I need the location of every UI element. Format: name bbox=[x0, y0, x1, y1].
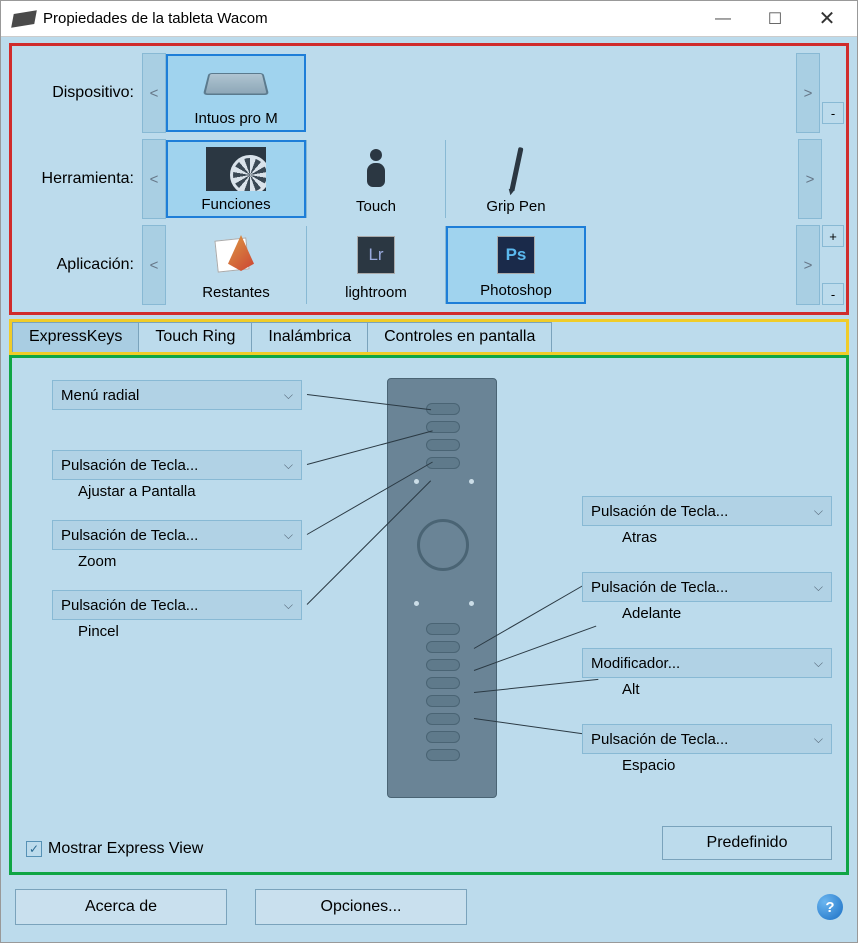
close-button[interactable]: ✕ bbox=[801, 2, 853, 36]
chevron-down-icon: ⌵ bbox=[814, 580, 823, 595]
app-item-photoshop[interactable]: Ps Photoshop bbox=[446, 226, 586, 304]
app-item-label: lightroom bbox=[345, 284, 407, 304]
help-icon[interactable]: ? bbox=[817, 894, 843, 920]
combo-text: Pulsación de Tecla... bbox=[61, 527, 198, 544]
combo-text: Modificador... bbox=[591, 655, 680, 672]
chevron-down-icon: ⌵ bbox=[284, 458, 293, 473]
functions-icon bbox=[206, 142, 266, 196]
right-key-2-sublabel: Adelante bbox=[622, 605, 681, 622]
device-items: Intuos pro M bbox=[166, 50, 796, 136]
tool-item-label: Funciones bbox=[201, 196, 270, 216]
checkbox-icon: ✓ bbox=[26, 841, 42, 857]
app-item-restantes[interactable]: Restantes bbox=[166, 226, 306, 304]
chevron-down-icon: ⌵ bbox=[284, 528, 293, 543]
options-button[interactable]: Opciones... bbox=[255, 889, 467, 925]
chevron-down-icon: ⌵ bbox=[814, 732, 823, 747]
app-next-button[interactable]: > bbox=[796, 225, 820, 305]
combo-text: Menú radial bbox=[61, 387, 139, 404]
right-key-4-combo[interactable]: Pulsación de Tecla... ⌵ bbox=[582, 724, 832, 754]
tool-prev-button[interactable]: < bbox=[142, 139, 166, 219]
photoshop-icon: Ps bbox=[497, 228, 535, 282]
touch-ring-graphic bbox=[417, 519, 469, 571]
minimize-button[interactable]: — bbox=[697, 2, 749, 36]
app-item-label: Restantes bbox=[202, 284, 270, 304]
app-prev-button[interactable]: < bbox=[142, 225, 166, 305]
device-extra: - bbox=[820, 62, 846, 124]
default-button[interactable]: Predefinido bbox=[662, 826, 832, 860]
tablet-icon bbox=[206, 56, 266, 110]
tool-item-label: Grip Pen bbox=[486, 198, 545, 218]
tool-label: Herramienta: bbox=[12, 170, 142, 188]
tool-item-touch[interactable]: Touch bbox=[306, 140, 446, 218]
right-key-1-sublabel: Atras bbox=[622, 529, 657, 546]
app-item-label: Photoshop bbox=[480, 282, 552, 302]
app-icon bbox=[11, 10, 37, 28]
app-item-lightroom[interactable]: Lr lightroom bbox=[306, 226, 446, 304]
right-key-4-sublabel: Espacio bbox=[622, 757, 675, 774]
tool-row: Herramienta: < Funciones Touch Grip Pen … bbox=[12, 136, 846, 222]
right-key-1-combo[interactable]: Pulsación de Tecla... ⌵ bbox=[582, 496, 832, 526]
app-add-button[interactable]: + bbox=[822, 225, 844, 247]
device-item-intuos[interactable]: Intuos pro M bbox=[166, 54, 306, 132]
right-key-3-sublabel: Alt bbox=[622, 681, 640, 698]
selector-panel: Dispositivo: < Intuos pro M > - Herramie… bbox=[9, 43, 849, 315]
left-key-2-combo[interactable]: Pulsación de Tecla... ⌵ bbox=[52, 450, 302, 480]
wacom-properties-window: Propiedades de la tableta Wacom — ☐ ✕ Di… bbox=[0, 0, 858, 943]
checkbox-label: Mostrar Express View bbox=[48, 840, 203, 858]
app-remove-button[interactable]: - bbox=[822, 283, 844, 305]
app-items: Restantes Lr lightroom Ps Photoshop bbox=[166, 222, 796, 308]
tab-touch-ring[interactable]: Touch Ring bbox=[138, 322, 252, 352]
chevron-down-icon: ⌵ bbox=[814, 504, 823, 519]
other-apps-icon bbox=[216, 226, 256, 284]
left-key-4-combo[interactable]: Pulsación de Tecla... ⌵ bbox=[52, 590, 302, 620]
device-row: Dispositivo: < Intuos pro M > - bbox=[12, 50, 846, 136]
chevron-down-icon: ⌵ bbox=[284, 388, 293, 403]
window-controls: — ☐ ✕ bbox=[697, 2, 853, 36]
tab-expresskeys[interactable]: ExpressKeys bbox=[12, 322, 139, 352]
app-row: Aplicación: < Restantes Lr lightroom Ps … bbox=[12, 222, 846, 308]
right-key-3-combo[interactable]: Modificador... ⌵ bbox=[582, 648, 832, 678]
app-add-remove: + - bbox=[820, 225, 846, 305]
combo-text: Pulsación de Tecla... bbox=[591, 731, 728, 748]
device-minus-button[interactable]: - bbox=[822, 102, 844, 124]
app-label: Aplicación: bbox=[12, 256, 142, 274]
chevron-down-icon: ⌵ bbox=[284, 598, 293, 613]
right-key-2-combo[interactable]: Pulsación de Tecla... ⌵ bbox=[582, 572, 832, 602]
combo-text: Pulsación de Tecla... bbox=[591, 503, 728, 520]
left-key-3-combo[interactable]: Pulsación de Tecla... ⌵ bbox=[52, 520, 302, 550]
combo-text: Pulsación de Tecla... bbox=[61, 597, 198, 614]
device-label: Dispositivo: bbox=[12, 84, 142, 102]
maximize-button[interactable]: ☐ bbox=[749, 2, 801, 36]
tab-wireless[interactable]: Inalámbrica bbox=[251, 322, 368, 352]
combo-text: Pulsación de Tecla... bbox=[591, 579, 728, 596]
tool-item-funciones[interactable]: Funciones bbox=[166, 140, 306, 218]
tool-item-label: Touch bbox=[356, 198, 396, 218]
lightroom-icon: Lr bbox=[357, 226, 395, 284]
device-prev-button[interactable]: < bbox=[142, 53, 166, 133]
left-key-4-sublabel: Pincel bbox=[78, 623, 119, 640]
left-key-3-sublabel: Zoom bbox=[78, 553, 116, 570]
tool-items: Funciones Touch Grip Pen bbox=[166, 136, 798, 222]
left-key-1-combo[interactable]: Menú radial ⌵ bbox=[52, 380, 302, 410]
tool-next-button[interactable]: > bbox=[798, 139, 822, 219]
device-item-label: Intuos pro M bbox=[194, 110, 277, 130]
about-button[interactable]: Acerca de bbox=[15, 889, 227, 925]
left-key-2-sublabel: Ajustar a Pantalla bbox=[78, 483, 196, 500]
footer: Acerca de Opciones... ? bbox=[1, 881, 857, 933]
combo-text: Pulsación de Tecla... bbox=[61, 457, 198, 474]
show-express-view-checkbox[interactable]: ✓ Mostrar Express View bbox=[26, 840, 203, 858]
device-next-button[interactable]: > bbox=[796, 53, 820, 133]
tablet-pad-graphic bbox=[387, 378, 497, 798]
tab-onscreen-controls[interactable]: Controles en pantalla bbox=[367, 322, 552, 352]
pen-icon bbox=[514, 140, 519, 198]
chevron-down-icon: ⌵ bbox=[814, 656, 823, 671]
tool-item-grip-pen[interactable]: Grip Pen bbox=[446, 140, 586, 218]
titlebar: Propiedades de la tableta Wacom — ☐ ✕ bbox=[1, 1, 857, 37]
window-title: Propiedades de la tableta Wacom bbox=[43, 10, 697, 27]
expresskeys-panel: Menú radial ⌵ Pulsación de Tecla... ⌵ Ajus… bbox=[9, 355, 849, 875]
touch-icon bbox=[364, 140, 388, 198]
tab-bar: ExpressKeys Touch Ring Inalámbrica Contr… bbox=[9, 319, 849, 355]
